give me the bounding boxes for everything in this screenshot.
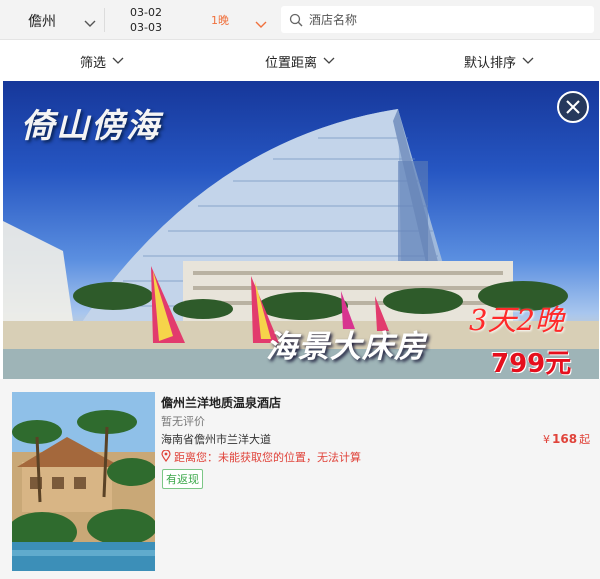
- sort-button[interactable]: 默认排序: [464, 52, 534, 71]
- distance-text: 距离您：未能获取您的位置，无法计算: [174, 451, 361, 464]
- chevron-down-icon: [522, 54, 534, 69]
- banner-title: 倚山傍海: [21, 106, 161, 145]
- check-in-date: 03-02: [130, 6, 162, 19]
- hotel-name[interactable]: 儋州兰洋地质温泉酒店: [161, 394, 281, 411]
- banner-price: 799元: [491, 349, 572, 379]
- chevron-down-icon: [323, 54, 335, 69]
- price-currency: ¥: [543, 433, 550, 446]
- banner-room-type: 海景大床房: [266, 329, 426, 365]
- price-value: 168: [552, 432, 578, 446]
- hotel-address: 海南省儋州市兰洋大道: [161, 433, 271, 446]
- chevron-down-icon: [112, 54, 124, 69]
- close-banner-button[interactable]: [557, 91, 589, 123]
- divider: [104, 8, 105, 32]
- location-pin-icon: [161, 448, 171, 465]
- filter-button[interactable]: 筛选: [80, 52, 124, 71]
- search-input[interactable]: [309, 10, 579, 29]
- hotel-search-box[interactable]: [281, 6, 594, 33]
- chevron-down-icon[interactable]: [84, 13, 96, 32]
- sort-label: 默认排序: [464, 56, 517, 71]
- promo-banner[interactable]: 倚山傍海 海景大床房 3天2晚 799元: [3, 81, 599, 379]
- hotel-list-item[interactable]: 儋州兰洋地质温泉酒店 暂无评价 海南省儋州市兰洋大道 距离您：未能获取您的位置，…: [0, 379, 600, 579]
- banner-package-duration: 3天2晚: [469, 303, 564, 337]
- top-search-bar: 儋州 03-02 03-03 1晚: [0, 0, 600, 40]
- location-distance-button[interactable]: 位置距离: [265, 52, 335, 71]
- hotel-price: ¥ 168 起: [543, 431, 590, 447]
- price-suffix: 起: [579, 433, 591, 446]
- hotel-thumbnail[interactable]: [12, 392, 155, 571]
- nights-count[interactable]: 1晚: [211, 12, 229, 28]
- filter-label: 筛选: [80, 56, 107, 71]
- hotel-rating: 暂无评价: [161, 415, 205, 428]
- chevron-down-icon[interactable]: [255, 14, 267, 33]
- city-selector[interactable]: 儋州: [28, 11, 56, 31]
- location-distance-label: 位置距离: [265, 56, 318, 71]
- hotel-distance: 距离您：未能获取您的位置，无法计算: [161, 448, 361, 465]
- check-out-date: 03-03: [130, 21, 162, 34]
- date-selector[interactable]: 03-02 03-03: [130, 5, 162, 35]
- close-icon: [566, 100, 580, 114]
- search-icon: [289, 12, 303, 31]
- filter-bar: 筛选 位置距离 默认排序: [0, 40, 600, 81]
- cashback-badge: 有返现: [162, 469, 203, 489]
